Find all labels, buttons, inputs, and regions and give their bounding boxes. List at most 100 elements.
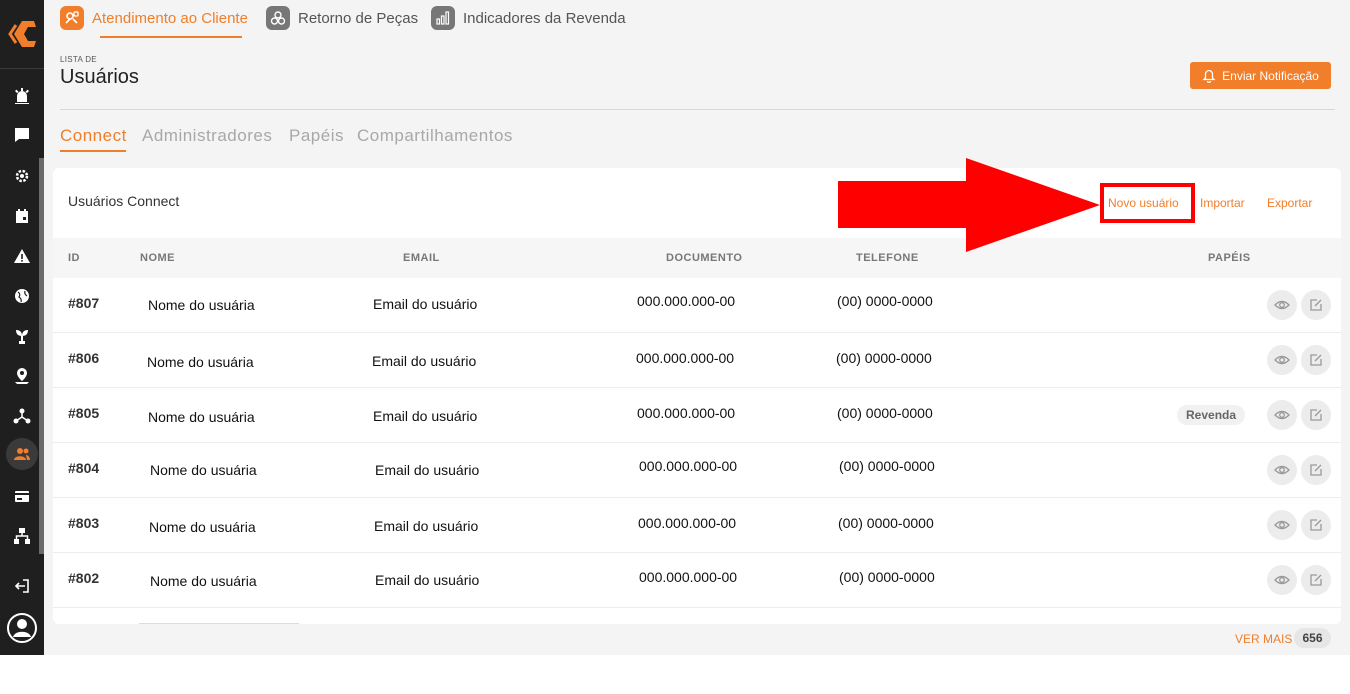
profile-icon[interactable] [6,612,38,644]
warning-icon[interactable] [11,245,33,267]
edit-button[interactable] [1301,510,1331,540]
eye-icon [1274,355,1290,365]
table-row[interactable]: #806 Nome do usuária Email do usuário 00… [53,333,1341,388]
subtab-compartilhamentos[interactable]: Compartilhamentos [357,126,513,146]
subtab-administradores[interactable]: Administradores [142,126,272,146]
plant-icon[interactable] [11,325,33,347]
bell-icon [1202,69,1216,83]
column-header-roles[interactable]: PAPÉIS [1208,252,1251,264]
row-id: #802 [68,570,100,586]
eye-icon [1274,520,1290,530]
main-content: LISTA DE Usuários Enviar Notificação Con… [44,38,1350,655]
row-document: 000.000.000-00 [639,458,738,474]
row-id: #804 [68,460,100,476]
tab-atendimento-cliente[interactable]: Atendimento ao Cliente [60,6,248,30]
edit-icon [1310,409,1322,421]
calendar-icon[interactable] [11,205,33,227]
users-card: Usuários Connect Novo usuário Importar E… [53,168,1341,624]
network-icon[interactable] [11,405,33,427]
column-header-name[interactable]: NOME [140,252,175,264]
row-email: Email do usuário [375,572,480,588]
annotation-arrow [838,158,1100,252]
table-row[interactable]: #807 Nome do usuária Email do usuário 00… [53,278,1341,333]
tab-label: Retorno de Peças [298,9,419,27]
page-title: Usuários [60,66,139,88]
view-button[interactable] [1267,510,1297,540]
annotation-highlight-box [1100,183,1195,223]
send-notification-button[interactable]: Enviar Notificação [1190,62,1331,89]
import-link[interactable]: Importar [1200,196,1245,210]
row-id: #805 [68,405,100,421]
chat-icon[interactable] [11,124,33,146]
row-name: Nome do usuária [148,409,255,425]
subtab-connect[interactable]: Connect [60,126,127,146]
view-button[interactable] [1267,400,1297,430]
export-link[interactable]: Exportar [1267,196,1312,210]
row-phone: (00) 0000-0000 [839,458,935,474]
edit-button[interactable] [1301,345,1331,375]
row-id: #807 [68,295,100,311]
tab-label: Indicadores da Revenda [463,9,626,27]
tab-label: Atendimento ao Cliente [92,9,248,27]
tab-retorno-pecas[interactable]: Retorno de Peças [266,6,418,30]
view-button[interactable] [1267,290,1297,320]
credit-card-icon[interactable] [11,485,33,507]
logout-icon[interactable] [11,575,33,597]
table-row[interactable]: #804 Nome do usuária Email do usuário 00… [53,443,1341,498]
edit-icon [1310,464,1322,476]
see-more-link[interactable]: VER MAIS [1235,632,1292,646]
row-phone: (00) 0000-0000 [836,350,932,366]
role-badge: Revenda [1177,405,1246,425]
total-count-badge: 656 [1294,628,1331,648]
column-header-document[interactable]: DOCUMENTO [666,252,742,264]
row-document: 000.000.000-00 [639,569,738,585]
tab-indicadores-revenda[interactable]: Indicadores da Revenda [431,6,626,30]
eye-icon [1274,300,1290,310]
row-name: Nome do usuária [150,573,257,589]
edit-button[interactable] [1301,565,1331,595]
row-phone: (00) 0000-0000 [837,405,933,421]
column-header-id[interactable]: ID [68,252,80,264]
column-header-phone[interactable]: TELEFONE [856,252,919,264]
map-pin-icon[interactable] [11,365,33,387]
row-email: Email do usuário [372,353,477,369]
partial-row-divider [139,623,299,624]
brand-logo[interactable] [6,19,38,49]
row-id: #803 [68,515,100,531]
card-title: Usuários Connect [68,193,180,209]
subtab-papeis[interactable]: Papéis [289,126,344,146]
row-name: Nome do usuária [150,462,257,478]
edit-button[interactable] [1301,455,1331,485]
view-button[interactable] [1267,455,1297,485]
users-icon[interactable] [11,443,33,465]
table-row[interactable]: #803 Nome do usuária Email do usuário 00… [53,498,1341,553]
row-document: 000.000.000-00 [637,405,736,421]
header-divider [60,109,1335,110]
column-header-email[interactable]: EMAIL [403,252,440,264]
edit-button[interactable] [1301,400,1331,430]
sidebar [0,0,44,655]
active-subtab-indicator [60,150,126,152]
row-name: Nome do usuária [148,297,255,313]
edit-icon [1310,574,1322,586]
view-button[interactable] [1267,565,1297,595]
row-name: Nome do usuária [149,519,256,535]
edit-icon [1310,354,1322,366]
send-notification-label: Enviar Notificação [1222,68,1319,83]
parts-return-icon [266,6,290,30]
alarm-icon[interactable] [11,85,33,107]
table-row[interactable]: #802 Nome do usuária Email do usuário 00… [53,553,1341,608]
settings-cog-icon[interactable] [11,165,33,187]
sidebar-divider [0,68,44,69]
globe-icon[interactable] [11,285,33,307]
bar-chart-icon [431,6,455,30]
edit-button[interactable] [1301,290,1331,320]
row-document: 000.000.000-00 [638,515,737,531]
page-caption: LISTA DE [60,55,97,64]
sitemap-icon[interactable] [11,525,33,547]
view-button[interactable] [1267,345,1297,375]
top-tab-bar: Atendimento ao Cliente Retorno de Peças … [44,0,1350,38]
table-row[interactable]: #805 Nome do usuária Email do usuário 00… [53,388,1341,443]
eye-icon [1274,410,1290,420]
row-name: Nome do usuária [147,354,254,370]
